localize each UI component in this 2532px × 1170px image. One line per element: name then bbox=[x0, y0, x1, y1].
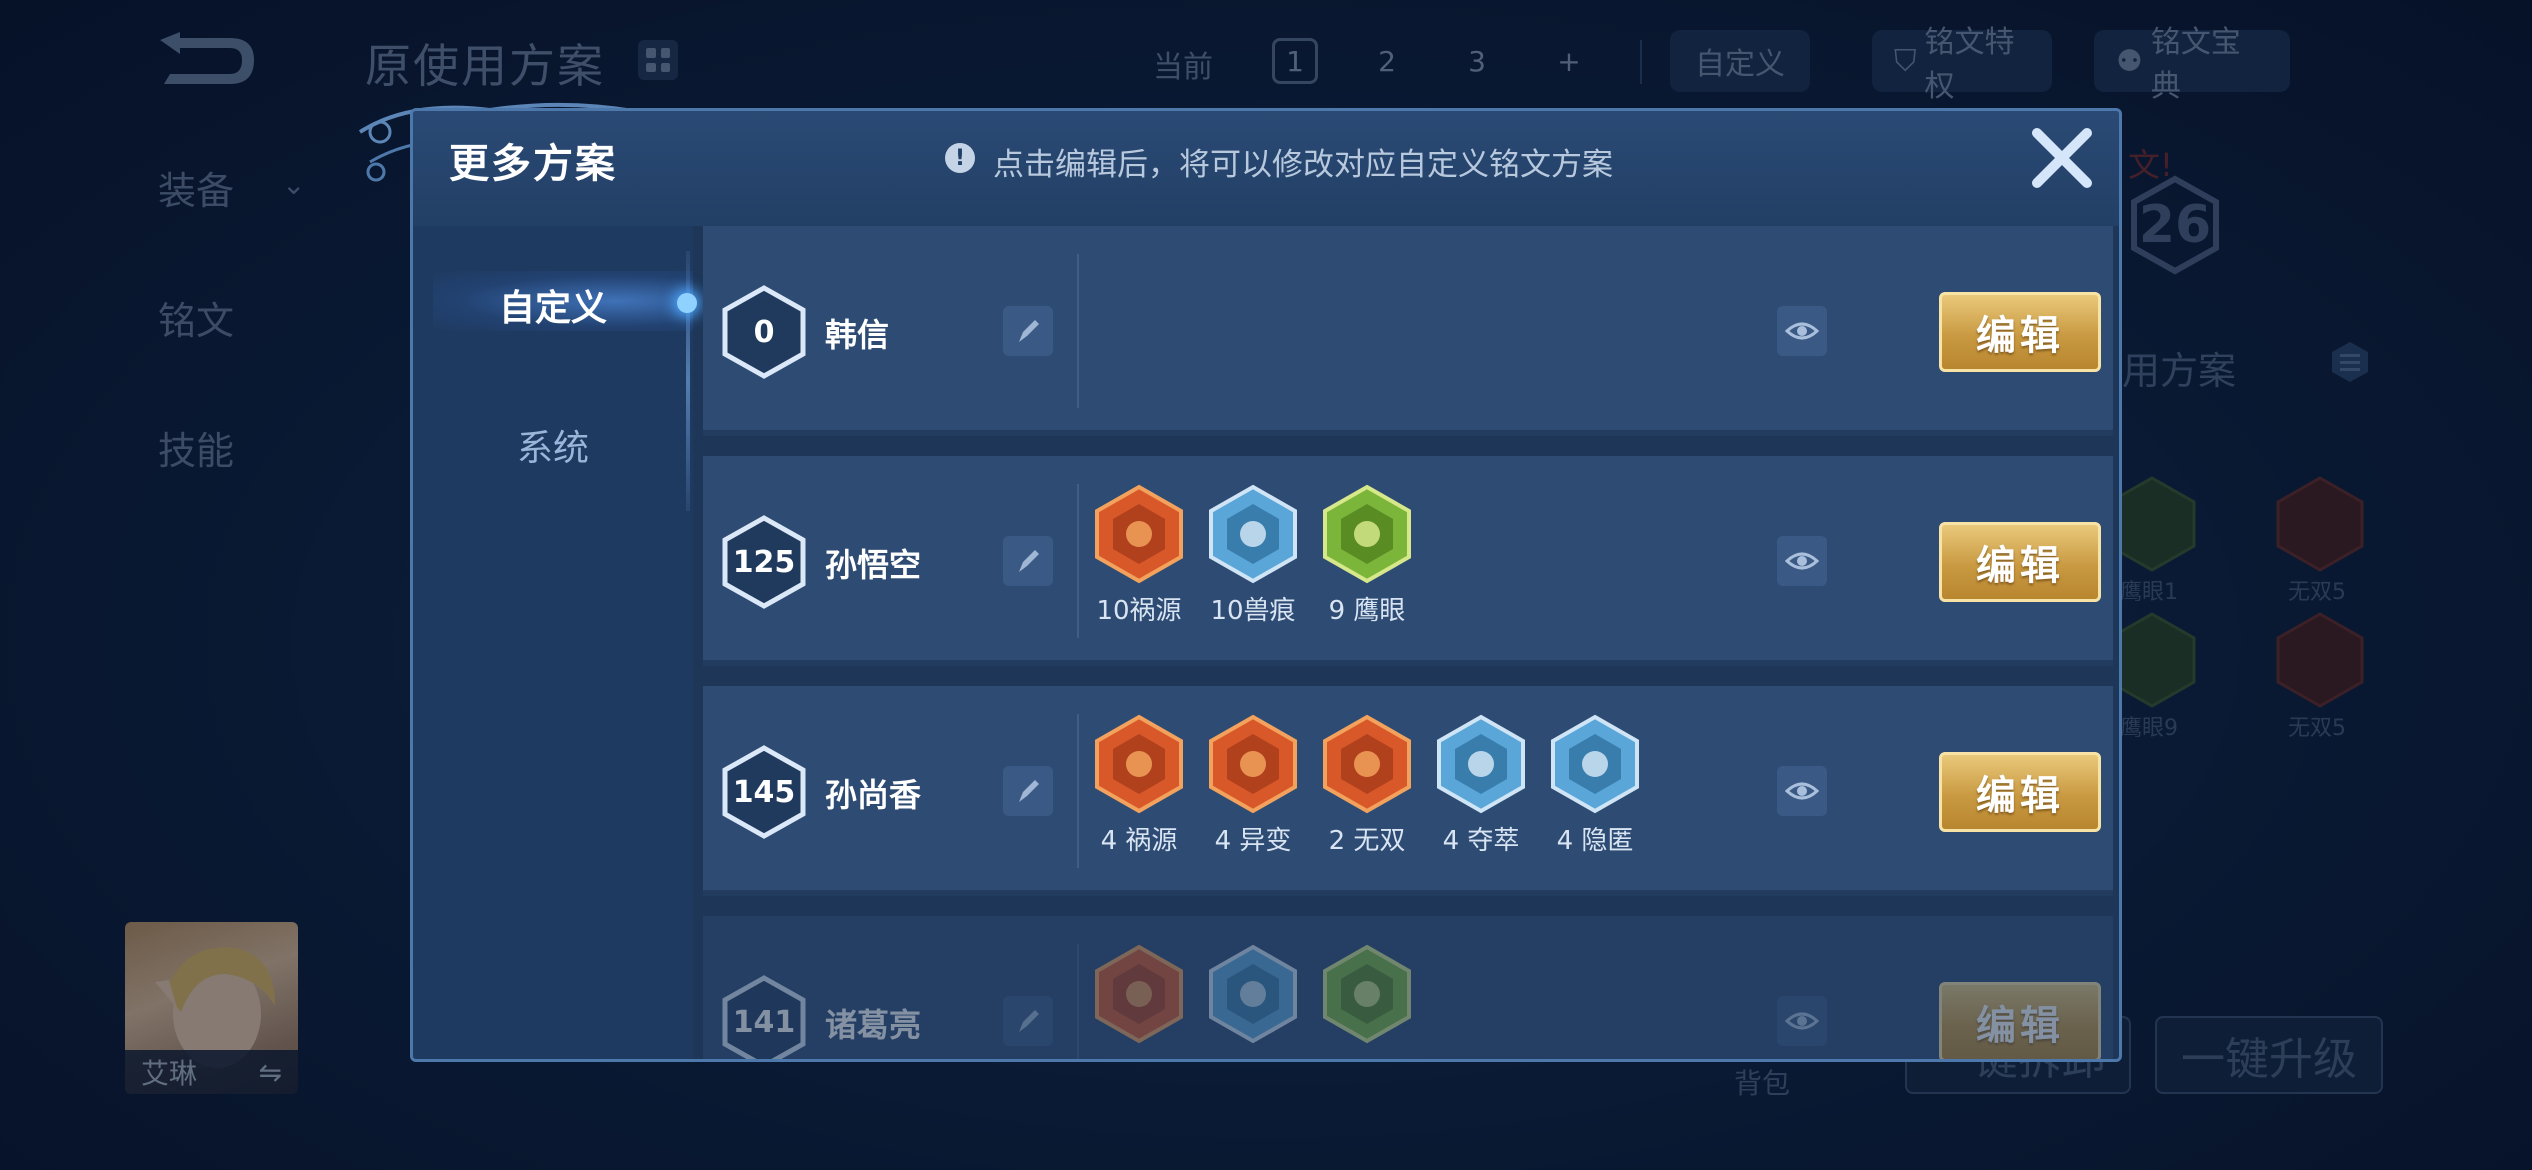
rune-slot[interactable]: 4 隐匿 bbox=[1549, 714, 1641, 884]
close-icon[interactable] bbox=[2027, 123, 2097, 193]
rune-group bbox=[1093, 944, 1413, 1059]
plan-level: 145 bbox=[732, 774, 796, 810]
row-divider bbox=[1077, 714, 1079, 868]
red-yibian-rune-icon bbox=[1209, 714, 1297, 814]
rune-slot[interactable]: 2 无双 bbox=[1321, 714, 1413, 884]
rune-label: 9 鹰眼 bbox=[1328, 596, 1406, 626]
rename-pen-icon[interactable] bbox=[1003, 536, 1053, 586]
red-wushuang-rune-icon bbox=[1323, 714, 1411, 814]
rune-slot[interactable]: 4 祸源 bbox=[1093, 714, 1185, 884]
rune-label: 4 祸源 bbox=[1100, 826, 1178, 856]
blue-shouhen-rune-icon bbox=[1209, 484, 1297, 584]
modal-title: 更多方案 bbox=[449, 141, 617, 187]
rune-group: 4 祸源 4 异变 2 无双 4 夺萃 4 隐匿 bbox=[1093, 714, 1641, 884]
rune-label: 10兽痕 bbox=[1210, 596, 1296, 626]
row-divider bbox=[1077, 484, 1079, 638]
info-text: 点击编辑后，将可以修改对应自定义铭文方案 bbox=[993, 147, 1613, 183]
eye-icon[interactable] bbox=[1777, 306, 1827, 356]
rune-slot[interactable] bbox=[1207, 944, 1299, 1059]
rune-label: 10祸源 bbox=[1096, 596, 1182, 626]
edit-button[interactable]: 编辑 bbox=[1939, 982, 2101, 1059]
rune-label: 4 夺萃 bbox=[1442, 826, 1520, 856]
eye-icon[interactable] bbox=[1777, 996, 1827, 1046]
row-divider bbox=[1077, 944, 1079, 1059]
rune-label: 4 异变 bbox=[1214, 826, 1292, 856]
plan-level: 141 bbox=[732, 1004, 796, 1040]
blue-yinni-rune-icon bbox=[1551, 714, 1639, 814]
red-huoyuan-rune-icon bbox=[1095, 714, 1183, 814]
rune-slot[interactable]: 10兽痕 bbox=[1207, 484, 1299, 654]
rune-slot[interactable]: 4 异变 bbox=[1207, 714, 1299, 884]
plan-hero-name: 诸葛亮 bbox=[825, 1006, 922, 1044]
plan-row: 141 诸葛亮 编辑 bbox=[703, 916, 2113, 1059]
rune-label: 2 无双 bbox=[1328, 826, 1406, 856]
rune-label: 4 隐匿 bbox=[1556, 826, 1634, 856]
plan-hero-name: 孙悟空 bbox=[825, 546, 922, 584]
rune-slot[interactable]: 9 鹰眼 bbox=[1321, 484, 1413, 654]
plan-list[interactable]: 0 韩信 编辑 125 孙悟空 10祸源 10兽痕 9 鹰眼 编辑 145 孙尚香 4 祸源 4 异变 2… bbox=[703, 226, 2119, 1059]
red-huoyuan-rune-icon bbox=[1095, 484, 1183, 584]
green-yingyan-rune-icon bbox=[1323, 944, 1411, 1044]
edit-button[interactable]: 编辑 bbox=[1939, 292, 2101, 372]
rune-slot[interactable] bbox=[1321, 944, 1413, 1059]
info-icon: ! bbox=[945, 143, 975, 173]
plan-row: 145 孙尚香 4 祸源 4 异变 2 无双 4 夺萃 4 隐匿 编辑 bbox=[703, 686, 2113, 896]
rename-pen-icon[interactable] bbox=[1003, 996, 1053, 1046]
rune-slot[interactable] bbox=[1093, 944, 1185, 1059]
plan-hero-name: 孙尚香 bbox=[825, 776, 922, 814]
more-plans-modal: 更多方案 ! 点击编辑后，将可以修改对应自定义铭文方案 自定义 系统 0 韩信 编辑… bbox=[410, 108, 2122, 1062]
rune-slot[interactable]: 10祸源 bbox=[1093, 484, 1185, 654]
blue-shouhen-rune-icon bbox=[1209, 944, 1297, 1044]
plan-row: 125 孙悟空 10祸源 10兽痕 9 鹰眼 编辑 bbox=[703, 456, 2113, 666]
rename-pen-icon[interactable] bbox=[1003, 766, 1053, 816]
rune-group: 10祸源 10兽痕 9 鹰眼 bbox=[1093, 484, 1413, 654]
plan-hero-name: 韩信 bbox=[825, 316, 890, 354]
plan-level: 0 bbox=[753, 314, 775, 350]
edit-button[interactable]: 编辑 bbox=[1939, 752, 2101, 832]
edit-button[interactable]: 编辑 bbox=[1939, 522, 2101, 602]
plan-row: 0 韩信 编辑 bbox=[703, 226, 2113, 436]
green-yingyan-rune-icon bbox=[1323, 484, 1411, 584]
nav-tab-system[interactable]: 系统 bbox=[413, 419, 693, 471]
eye-icon[interactable] bbox=[1777, 766, 1827, 816]
blue-duocui-rune-icon bbox=[1437, 714, 1525, 814]
rename-pen-icon[interactable] bbox=[1003, 306, 1053, 356]
eye-icon[interactable] bbox=[1777, 536, 1827, 586]
row-divider bbox=[1077, 254, 1079, 408]
red-huoyuan-rune-icon bbox=[1095, 944, 1183, 1044]
rune-slot[interactable]: 4 夺萃 bbox=[1435, 714, 1527, 884]
modal-side-nav bbox=[413, 226, 693, 1059]
plan-level: 125 bbox=[732, 544, 796, 580]
nav-tab-custom[interactable]: 自定义 bbox=[413, 279, 693, 331]
